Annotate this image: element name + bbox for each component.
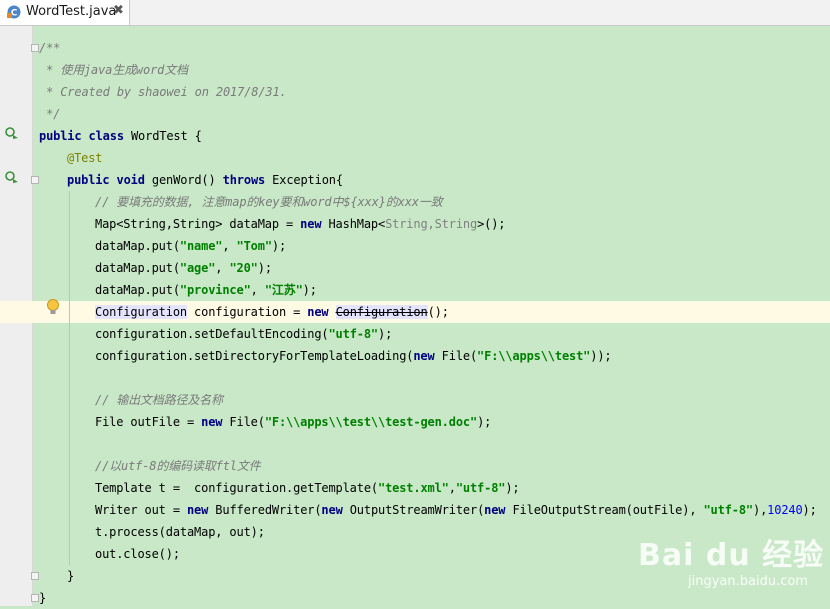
code-line: //以utf-8的编码读取ftl文件 [0,455,830,477]
code-line: Template t = configuration.getTemplate("… [0,477,830,499]
code-line-empty [0,367,830,389]
code-line: configuration.setDefaultEncoding("utf-8"… [0,323,830,345]
tab-wordtest-java[interactable]: C WordTest.java ✖ [0,0,130,25]
code-line: */ [39,107,61,121]
code-line: public class WordTest { [39,129,202,143]
baidu-watermark: Bai du 经验 [638,538,825,573]
editor-tab-bar: C WordTest.java ✖ [0,0,830,26]
code-line: /** [39,41,61,55]
code-line: * Created by shaowei on 2017/8/31. [39,85,287,99]
code-line-empty [0,433,830,455]
code-line: @Test [0,147,830,169]
code-line: Map<String,String> dataMap = new HashMap… [0,213,830,235]
code-editor[interactable]: /** * 使用java生成word文档 * Created by shaowe… [0,26,830,606]
java-class-icon: C [7,5,21,19]
lightbulb-icon[interactable] [45,298,61,316]
code-line: // 输出文档路径及名称 [0,389,830,411]
close-tab-icon[interactable]: ✖ [113,3,124,18]
code-line: Writer out = new BufferedWriter(new Outp… [0,499,830,521]
code-line: dataMap.put("province", "江苏"); [0,279,830,301]
code-line: configuration.setDirectoryForTemplateLoa… [0,345,830,367]
code-line: public void genWord() throws Exception{ [67,173,343,187]
annotation: @Test [67,151,103,165]
code-line-current: Configuration configuration = new Config… [0,301,830,323]
tab-title: WordTest.java [26,4,117,19]
code-line: dataMap.put("age", "20"); [0,257,830,279]
watermark-url: jingyan.baidu.com [688,574,808,589]
code-line: File outFile = new File("F:\\apps\\test\… [0,411,830,433]
code-line: // 要填充的数据, 注意map的key要和word中${xxx}的xxx一致 [0,191,830,213]
code-line: * 使用java生成word文档 [39,63,188,77]
code-area: /** * 使用java生成word文档 * Created by shaowe… [0,37,830,609]
code-line: dataMap.put("name", "Tom"); [0,235,830,257]
